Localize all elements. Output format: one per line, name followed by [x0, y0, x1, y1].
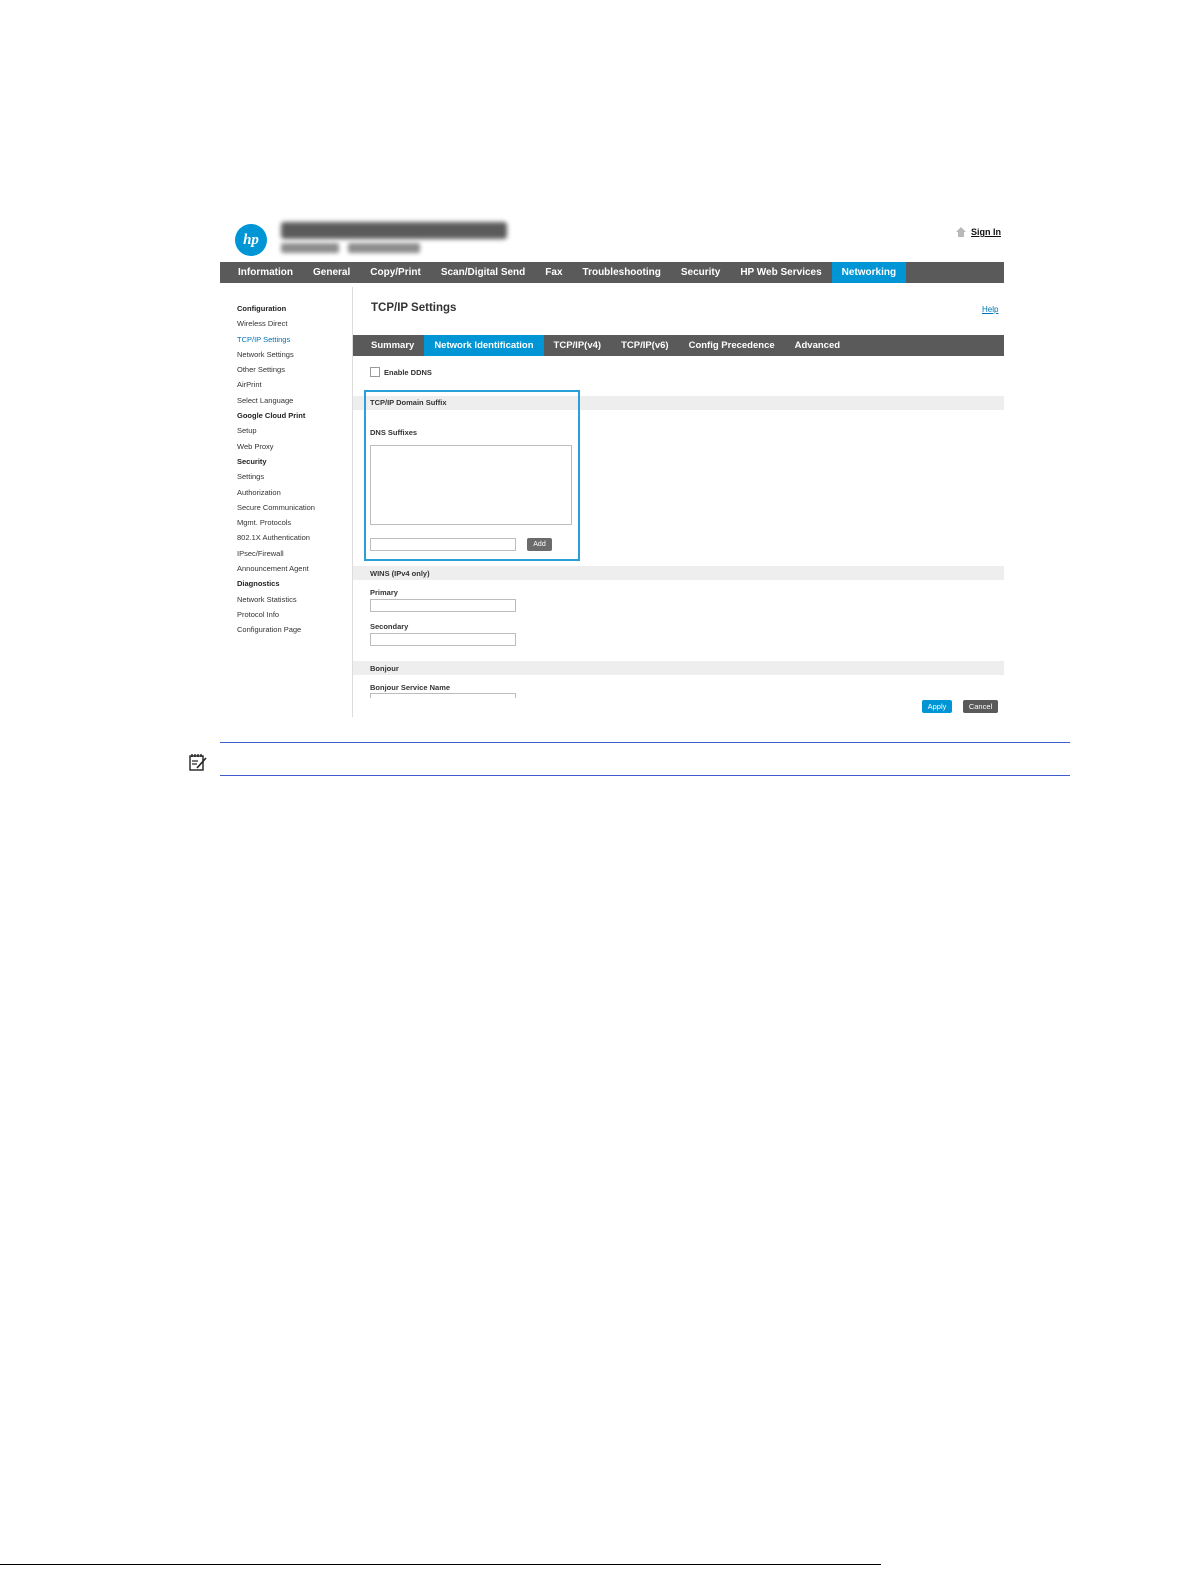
- printer-model-name-blurred: [281, 222, 507, 239]
- sidebar-item-802-1x-authentication[interactable]: 802.1X Authentication: [237, 530, 349, 545]
- tab-fax[interactable]: Fax: [535, 262, 572, 283]
- add-button[interactable]: Add: [527, 538, 552, 551]
- sidebar-item-google-cloud-print[interactable]: Google Cloud Print: [237, 408, 349, 423]
- sidebar-item-airprint[interactable]: AirPrint: [237, 377, 349, 392]
- sidebar-item-ipsec-firewall[interactable]: IPsec/Firewall: [237, 546, 349, 561]
- bonjour-service-name-input[interactable]: [370, 693, 516, 698]
- enable-ddns-checkbox[interactable]: [370, 367, 380, 377]
- enable-ddns-label: Enable DDNS: [384, 367, 432, 377]
- dns-suffixes-label: DNS Suffixes: [370, 428, 418, 437]
- bonjour-service-name-label: Bonjour Service Name: [370, 683, 451, 692]
- subtab-summary[interactable]: Summary: [353, 335, 424, 356]
- printer-hostname-blurred: [281, 243, 339, 253]
- tab-scan-digital-send[interactable]: Scan/Digital Send: [431, 262, 535, 283]
- sidebar-item-tcp-ip-settings[interactable]: TCP/IP Settings: [237, 332, 349, 347]
- tab-copy-print[interactable]: Copy/Print: [360, 262, 431, 283]
- subtab-tcp-ip-v6[interactable]: TCP/IP(v6): [611, 335, 679, 356]
- wins-section-bar: [353, 566, 1004, 580]
- secondary-label: Secondary: [370, 622, 409, 631]
- subtab-tcp-ip-v4[interactable]: TCP/IP(v4): [544, 335, 612, 356]
- page-footer-rule: [0, 1564, 881, 1565]
- sidebar-item-wireless-direct[interactable]: Wireless Direct: [237, 316, 349, 331]
- sidebar-item-mgmt-protocols[interactable]: Mgmt. Protocols: [237, 515, 349, 530]
- bonjour-section-bar: [353, 661, 1004, 675]
- tab-hp-web-services[interactable]: HP Web Services: [730, 262, 831, 283]
- note-icon: [189, 754, 207, 771]
- sidebar-item-network-statistics[interactable]: Network Statistics: [237, 592, 349, 607]
- sidebar-item-setup[interactable]: Setup: [237, 423, 349, 438]
- tab-information[interactable]: Information: [220, 262, 303, 283]
- sidebar-item-protocol-info[interactable]: Protocol Info: [237, 607, 349, 622]
- help-link[interactable]: Help: [982, 305, 998, 314]
- sidebar-item-network-settings[interactable]: Network Settings: [237, 347, 349, 362]
- sidebar-item-other-settings[interactable]: Other Settings: [237, 362, 349, 377]
- tab-troubleshooting[interactable]: Troubleshooting: [573, 262, 671, 283]
- note-top-rule: [220, 742, 1070, 743]
- sidebar-item-authorization[interactable]: Authorization: [237, 485, 349, 500]
- hp-logo[interactable]: hp: [235, 224, 267, 256]
- wins-section-title: WINS (IPv4 only): [370, 569, 430, 578]
- sidebar-item-web-proxy[interactable]: Web Proxy: [237, 439, 349, 454]
- printer-ip-blurred: [348, 243, 420, 253]
- sub-nav: Summary Network Identification TCP/IP(v4) T…: [353, 335, 1004, 356]
- enable-ddns-row[interactable]: Enable DDNS: [370, 367, 432, 377]
- sidebar-item-security[interactable]: Security: [237, 454, 349, 469]
- cancel-button[interactable]: Cancel: [963, 700, 998, 713]
- wins-primary-input[interactable]: [370, 599, 516, 612]
- left-nav: Configuration Wireless Direct TCP/IP Setti…: [237, 301, 349, 638]
- sidebar-item-configuration[interactable]: Configuration: [237, 301, 349, 316]
- sidebar-item-select-language[interactable]: Select Language: [237, 393, 349, 408]
- signin-area: Sign In: [956, 227, 1001, 237]
- note-bottom-rule: [220, 775, 1070, 776]
- sidebar-item-announcement-agent[interactable]: Announcement Agent: [237, 561, 349, 576]
- sidebar-item-diagnostics[interactable]: Diagnostics: [237, 576, 349, 591]
- tab-networking[interactable]: Networking: [831, 262, 907, 283]
- bonjour-section-title: Bonjour: [370, 664, 399, 673]
- sidebar-item-settings[interactable]: Settings: [237, 469, 349, 484]
- apply-button[interactable]: Apply: [922, 700, 952, 713]
- dns-suffix-input[interactable]: [370, 538, 516, 551]
- dns-suffixes-list[interactable]: [370, 445, 572, 525]
- subtab-advanced[interactable]: Advanced: [785, 335, 850, 356]
- tab-general[interactable]: General: [303, 262, 360, 283]
- sidebar-item-secure-communication[interactable]: Secure Communication: [237, 500, 349, 515]
- tab-security[interactable]: Security: [671, 262, 730, 283]
- page-title: TCP/IP Settings: [371, 302, 457, 314]
- signin-link[interactable]: Sign In: [971, 227, 1001, 237]
- subtab-network-identification[interactable]: Network Identification: [424, 335, 544, 356]
- wins-secondary-input[interactable]: [370, 633, 516, 646]
- primary-label: Primary: [370, 588, 398, 597]
- sidebar-item-configuration-page[interactable]: Configuration Page: [237, 622, 349, 637]
- top-nav: Information General Copy/Print Scan/Digital…: [220, 262, 1004, 283]
- subtab-config-precedence[interactable]: Config Precedence: [679, 335, 785, 356]
- home-icon[interactable]: [956, 227, 966, 237]
